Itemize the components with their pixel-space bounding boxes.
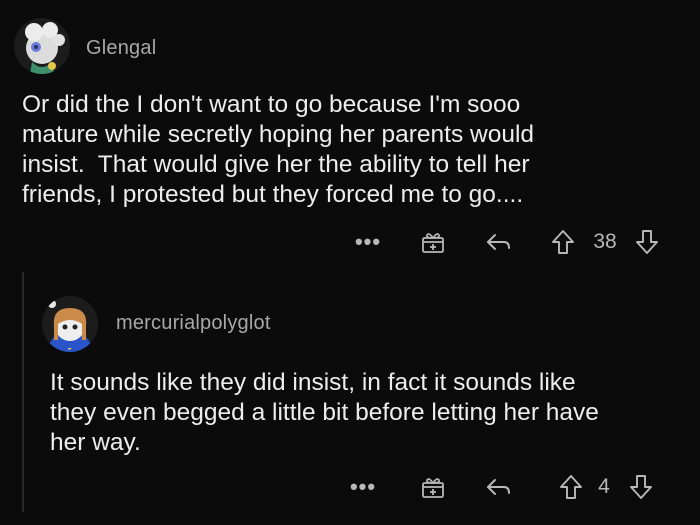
comment-body: It sounds like they did insist, in fact … (50, 369, 599, 456)
reply-arrow-icon (487, 234, 510, 250)
comment-actions: ••• 4 (0, 469, 700, 505)
downvote-button[interactable] (626, 469, 656, 505)
downvote-arrow-icon (636, 230, 658, 254)
vote-score: 38 (593, 230, 617, 253)
avatar[interactable] (42, 296, 98, 352)
gift-award-icon (422, 233, 444, 253)
upvote-arrow-icon (560, 475, 582, 499)
comment-body: Or did the I don't want to go because I'… (22, 91, 535, 208)
avatar-glengal-icon (25, 22, 65, 74)
comment-author[interactable]: mercurialpolyglot (116, 312, 271, 335)
reply-arrow-icon (487, 479, 510, 495)
more-options-button[interactable]: ••• (348, 224, 388, 260)
comment-author[interactable]: Glengal (86, 37, 156, 60)
downvote-arrow-icon (630, 475, 652, 499)
downvote-button[interactable] (632, 224, 662, 260)
vote-score: 4 (598, 475, 610, 498)
comment-actions: ••• 38 (0, 224, 700, 260)
upvote-button[interactable] (556, 469, 586, 505)
avatar-mercurialpolyglot-icon (48, 300, 92, 352)
upvote-arrow-icon (552, 230, 574, 254)
award-button[interactable] (418, 469, 448, 505)
reply-button[interactable] (482, 224, 514, 260)
comment-glengal: Glengal Or did the I don't want to go be… (0, 0, 700, 270)
reply-button[interactable] (482, 469, 514, 505)
more-options-button[interactable]: ••• (343, 469, 383, 505)
upvote-button[interactable] (548, 224, 578, 260)
award-button[interactable] (418, 224, 448, 260)
avatar[interactable] (14, 18, 70, 74)
gift-award-icon (422, 478, 444, 498)
